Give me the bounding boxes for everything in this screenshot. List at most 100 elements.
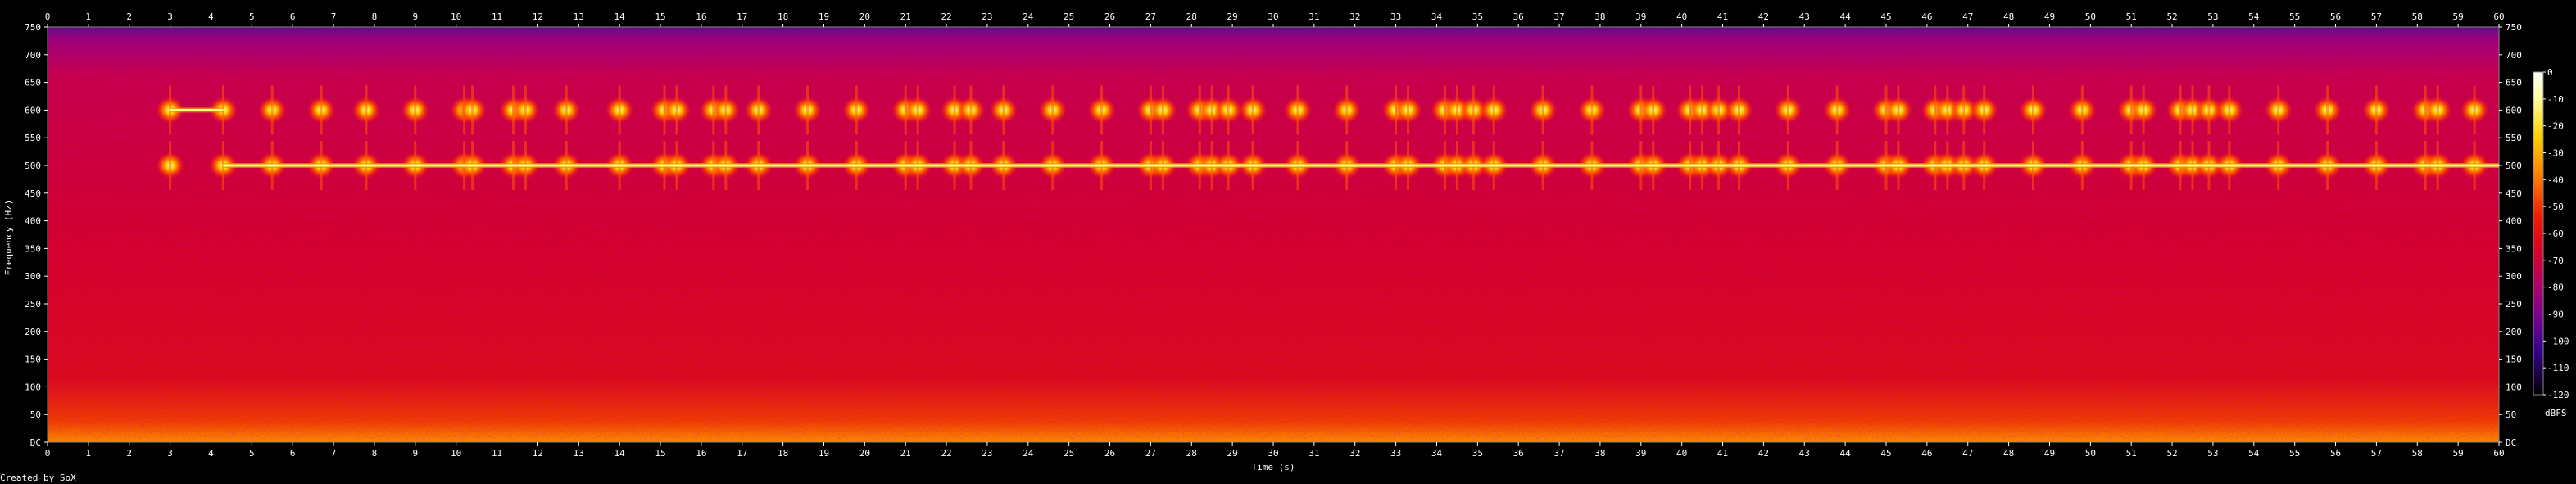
x-tick-label-top-51: 51	[2126, 11, 2137, 22]
x-tick-label-top-35: 35	[1472, 11, 1483, 22]
x-tick-label-top-55: 55	[2289, 11, 2300, 22]
x-tick-label-top-39: 39	[1635, 11, 1646, 22]
x-tick-label-top-13: 13	[574, 11, 584, 22]
y-tick-label-left-750: 750	[25, 22, 41, 33]
x-tick-label-bottom-14: 14	[615, 448, 626, 459]
x-tick-label-top-27: 27	[1145, 11, 1156, 22]
x-tick-label-bottom-37: 37	[1553, 448, 1564, 459]
x-tick-label-top-41: 41	[1717, 11, 1728, 22]
colorbar-tick-label-10: -100	[2547, 336, 2569, 346]
y-tick-label-right-0: DC	[2506, 437, 2516, 448]
colorbar: 0 -10 -20 -30 -40 -50 -60 -70 -80 -90 -100 -110 -120	[2533, 67, 2569, 400]
x-tick-label-top-45: 45	[1880, 11, 1891, 22]
x-tick-label-top-20: 20	[859, 11, 870, 22]
x-tick-label-top-9: 9	[412, 11, 418, 22]
x-tick-label-top-40: 40	[1676, 11, 1687, 22]
x-tick-label-top-56: 56	[2330, 11, 2341, 22]
x-tick-label-top-43: 43	[1799, 11, 1810, 22]
x-tick-label-top-60: 60	[2493, 11, 2504, 22]
x-tick-label-top-8: 8	[372, 11, 378, 22]
x-tick-label-bottom-51: 51	[2126, 448, 2137, 459]
x-tick-label-bottom-46: 46	[1921, 448, 1932, 459]
x-tick-label-top-54: 54	[2248, 11, 2260, 22]
x-tick-label-bottom-15: 15	[655, 448, 665, 459]
y-tick-label-right-550: 550	[2506, 133, 2522, 143]
x-tick-label-top-52: 52	[2166, 11, 2177, 22]
y-tick-label-left-50: 50	[30, 409, 41, 420]
colorbar-tick-label-9: -90	[2547, 310, 2564, 320]
x-tick-label-bottom-30: 30	[1268, 448, 1278, 459]
colorbar-tick-label-4: -40	[2547, 174, 2564, 185]
x-tick-label-bottom-54: 54	[2248, 448, 2260, 459]
x-tick-label-bottom-34: 34	[1431, 448, 1443, 459]
x-tick-label-bottom-17: 17	[737, 448, 747, 459]
y-tick-label-right-500: 500	[2506, 161, 2522, 171]
x-tick-label-bottom-60: 60	[2493, 448, 2504, 459]
x-tick-label-bottom-12: 12	[533, 448, 543, 459]
y-tick-label-left-200: 200	[25, 327, 41, 337]
x-tick-label-bottom-52: 52	[2166, 448, 2177, 459]
x-tick-label-bottom-42: 42	[1758, 448, 1769, 459]
x-tick-label-bottom-36: 36	[1513, 448, 1524, 459]
x-tick-label-top-18: 18	[778, 11, 788, 22]
colorbar-tick-label-8: -80	[2547, 283, 2564, 293]
x-tick-label-top-6: 6	[290, 11, 296, 22]
y-tick-label-right-650: 650	[2506, 78, 2522, 88]
x-tick-label-bottom-29: 29	[1227, 448, 1238, 459]
x-tick-label-bottom-40: 40	[1676, 448, 1687, 459]
y-tick-label-right-750: 750	[2506, 22, 2522, 33]
x-tick-label-bottom-6: 6	[290, 448, 296, 459]
x-tick-label-top-58: 58	[2412, 11, 2423, 22]
colorbar-tick-label-12: -120	[2547, 390, 2569, 400]
x-tick-label-bottom-27: 27	[1145, 448, 1156, 459]
y-tick-label-left-450: 450	[25, 188, 41, 199]
colorbar-tick-label-6: -60	[2547, 228, 2564, 239]
x-tick-label-top-57: 57	[2371, 11, 2382, 22]
x-tick-label-bottom-38: 38	[1594, 448, 1605, 459]
x-tick-label-bottom-20: 20	[859, 448, 870, 459]
x-tick-label-top-15: 15	[655, 11, 665, 22]
x-tick-label-bottom-39: 39	[1635, 448, 1646, 459]
x-tick-label-bottom-44: 44	[1840, 448, 1852, 459]
x-tick-label-top-59: 59	[2453, 11, 2464, 22]
y-tick-label-left-550: 550	[25, 133, 41, 143]
x-tick-label-bottom-32: 32	[1349, 448, 1360, 459]
x-tick-label-bottom-49: 49	[2044, 448, 2055, 459]
tone-line-0	[170, 108, 224, 111]
x-tick-label-bottom-16: 16	[696, 448, 706, 459]
x-tick-label-top-14: 14	[615, 11, 626, 22]
x-tick-label-top-0: 0	[45, 11, 51, 22]
x-tick-label-bottom-26: 26	[1104, 448, 1115, 459]
x-tick-label-top-49: 49	[2044, 11, 2055, 22]
x-tick-label-bottom-8: 8	[372, 448, 378, 459]
y-tick-label-right-450: 450	[2506, 188, 2522, 199]
x-tick-label-bottom-47: 47	[1962, 448, 1973, 459]
x-tick-label-bottom-11: 11	[492, 448, 502, 459]
y-axis-title: Frequency (Hz)	[3, 200, 14, 276]
x-tick-label-top-34: 34	[1431, 11, 1443, 22]
y-tick-label-left-600: 600	[25, 105, 41, 115]
y-tick-label-left-100: 100	[25, 382, 41, 392]
x-tick-label-top-44: 44	[1840, 11, 1852, 22]
spectrogram-chart: 0011223344556677889910101111121213131414…	[0, 11, 2569, 483]
x-tick-label-top-1: 1	[86, 11, 92, 22]
y-tick-label-left-300: 300	[25, 271, 41, 282]
x-tick-label-top-12: 12	[533, 11, 543, 22]
y-tick-label-right-200: 200	[2506, 327, 2522, 337]
x-tick-label-bottom-3: 3	[167, 448, 173, 459]
x-tick-label-bottom-48: 48	[2003, 448, 2014, 459]
x-tick-label-top-42: 42	[1758, 11, 1769, 22]
x-tick-label-bottom-55: 55	[2289, 448, 2300, 459]
x-tick-label-top-47: 47	[1962, 11, 1973, 22]
x-tick-label-top-4: 4	[208, 11, 214, 22]
x-tick-label-top-16: 16	[696, 11, 706, 22]
colorbar-tick-label-11: -110	[2547, 363, 2569, 373]
colorbar-tick-label-1: -10	[2547, 94, 2564, 105]
x-tick-label-bottom-23: 23	[982, 448, 992, 459]
colorbar-tick-label-2: -20	[2547, 121, 2564, 132]
x-tick-label-bottom-57: 57	[2371, 448, 2382, 459]
y-tick-label-left-700: 700	[25, 50, 41, 61]
y-tick-label-right-150: 150	[2506, 355, 2522, 365]
x-tick-label-top-22: 22	[941, 11, 951, 22]
y-tick-label-right-50: 50	[2506, 409, 2516, 420]
